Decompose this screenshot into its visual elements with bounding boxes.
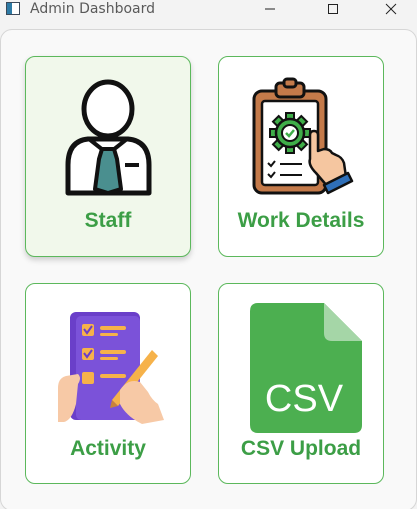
app-window: Admin Dashboard Staff Work Details Activ… bbox=[0, 0, 417, 509]
csv-upload-label: CSV Upload bbox=[240, 437, 362, 460]
staff-tile[interactable]: Staff bbox=[25, 56, 191, 257]
title-bar[interactable]: Admin Dashboard bbox=[0, 0, 417, 18]
activity-tile[interactable]: Activity bbox=[25, 283, 191, 484]
maximize-icon bbox=[328, 4, 338, 14]
clipboard-gear-icon bbox=[252, 77, 354, 195]
close-button[interactable] bbox=[368, 0, 414, 18]
work-details-label: Work Details bbox=[237, 209, 365, 232]
maximize-button[interactable] bbox=[310, 0, 356, 18]
app-window-icon bbox=[6, 2, 20, 15]
csv-upload-tile[interactable]: CSV CSV Upload bbox=[218, 283, 384, 484]
dashboard-panel: Staff Work Details Activity CSV CSV Uplo… bbox=[0, 29, 417, 509]
csv-file-icon: CSV bbox=[250, 303, 362, 433]
work-details-tile[interactable]: Work Details bbox=[218, 56, 384, 257]
activity-label: Activity bbox=[70, 437, 146, 460]
csv-icon-text: CSV bbox=[265, 378, 344, 420]
staff-label: Staff bbox=[84, 209, 132, 232]
checklist-pen-icon bbox=[58, 312, 164, 424]
close-icon bbox=[385, 3, 397, 15]
minimize-button[interactable] bbox=[247, 0, 293, 18]
window-title: Admin Dashboard bbox=[30, 1, 156, 17]
minimize-icon bbox=[265, 8, 275, 10]
staff-person-icon bbox=[65, 79, 152, 196]
